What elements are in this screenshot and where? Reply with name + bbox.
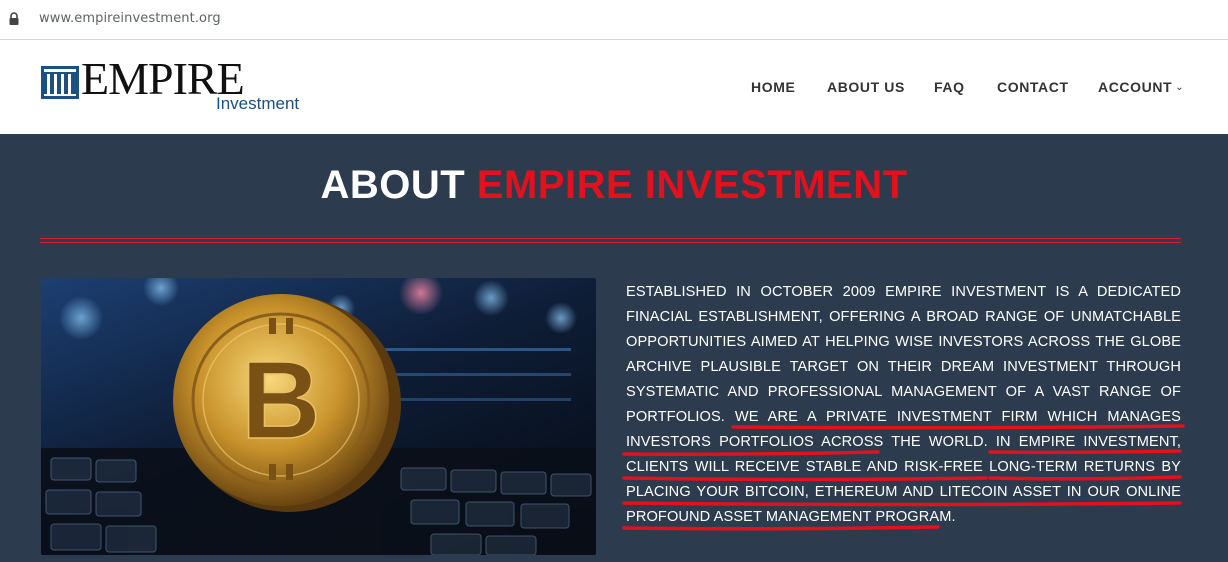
nav-contact[interactable]: CONTACT <box>997 79 1069 95</box>
bitcoin-symbol: B <box>241 339 320 462</box>
nav-faq[interactable]: FAQ <box>934 79 965 95</box>
about-heading-white: ABOUT <box>320 163 466 207</box>
bitcoin-photo-illustration: B <box>41 278 596 555</box>
nav-home[interactable]: HOME <box>751 79 795 95</box>
about-heading-red: EMPIRE INVESTMENT <box>476 163 908 207</box>
about-paragraph: ESTABLISHED IN OCTOBER 2009 EMPIRE INVES… <box>626 280 1181 530</box>
lock-icon <box>9 12 19 25</box>
site-header: EMPIRE Investment HOME ABOUT US FAQ CONT… <box>0 40 1228 134</box>
chevron-down-icon: ⌄ <box>1175 82 1185 93</box>
nav-account-label: ACCOUNT <box>1098 79 1173 95</box>
nav-account[interactable]: ACCOUNT ⌄ <box>1098 79 1184 95</box>
address-url[interactable]: www.empireinvestment.org <box>39 11 221 26</box>
browser-address-bar[interactable]: www.empireinvestment.org <box>0 0 1228 40</box>
bitcoin-photo: B <box>41 278 596 555</box>
heading-divider <box>40 238 1181 243</box>
about-heading: ABOUT EMPIRE INVESTMENT <box>0 163 1228 208</box>
nav-about-us[interactable]: ABOUT US <box>827 79 905 95</box>
main-nav: HOME ABOUT US FAQ CONTACT ACCOUNT ⌄ <box>0 79 1228 99</box>
about-text-part1: ESTABLISHED IN OCTOBER 2009 EMPIRE INVES… <box>626 284 1181 425</box>
